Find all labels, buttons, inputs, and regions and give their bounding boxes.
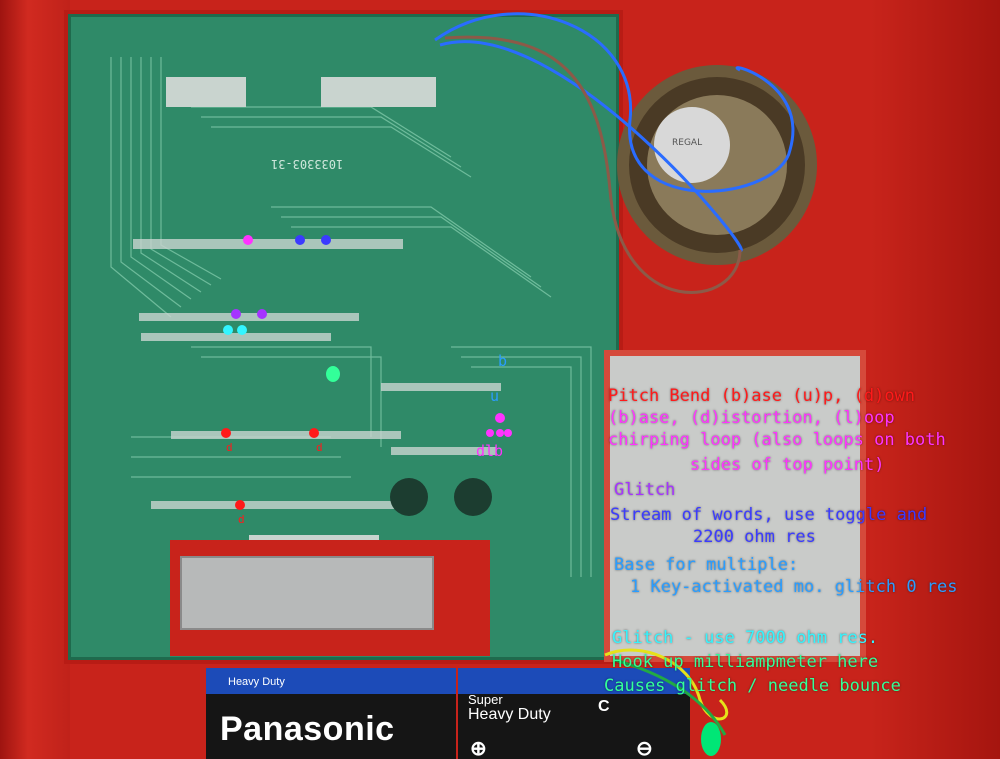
annotation-pitch-bend: Pitch Bend (b)ase (u)p, (d)own (608, 386, 916, 406)
marker-dot (309, 428, 319, 438)
marker-dot (237, 325, 247, 335)
marker-dot (257, 309, 267, 319)
label-d-right: d (316, 441, 323, 454)
marker-dot (486, 429, 494, 437)
marker-dot (504, 429, 512, 437)
device-photo: 1033303-31 REGAL Heavy Duty Panasonic Su… (0, 0, 1000, 759)
annotation-glitch2-1: Glitch - use 7000 ohm res. (612, 628, 879, 648)
marker-dot (235, 500, 245, 510)
label-dlb: dlb (476, 442, 504, 460)
blue-wire-2 (439, 40, 743, 252)
annotation-distortion-1: (b)ase, (d)istortion, (l)oop (608, 408, 895, 428)
annotation-base-multiple-2: 1 Key-activated mo. glitch 0 res (630, 577, 958, 597)
annotation-stream-2: 2200 ohm res (693, 527, 816, 547)
marker-dot (326, 366, 340, 382)
annotation-base-multiple-1: Base for multiple: (614, 555, 799, 575)
marker-dot (321, 235, 331, 245)
brown-wire (444, 35, 742, 294)
annotation-glitch: Glitch (614, 480, 676, 500)
annotation-glitch2-3: Causes glitch / needle bounce (604, 676, 901, 696)
blue-wire (434, 12, 795, 193)
label-d-lower: d (238, 513, 245, 526)
marker-dot (701, 722, 721, 756)
annotation-stream-1: Stream of words, use toggle and (610, 505, 928, 525)
label-b: b (498, 352, 508, 370)
marker-dot (295, 235, 305, 245)
annotation-distortion-2: chirping loop (also loops on both (608, 430, 946, 450)
marker-dot (221, 428, 231, 438)
label-u: u (490, 387, 500, 405)
marker-dot (496, 429, 504, 437)
annotation-glitch2-2: Hook up milliampmeter here (612, 652, 879, 672)
marker-dot (231, 309, 241, 319)
marker-dot (495, 413, 505, 423)
marker-dot (243, 235, 253, 245)
marker-dot (223, 325, 233, 335)
label-d-left: d (226, 441, 233, 454)
annotation-distortion-3: sides of top point) (690, 455, 885, 475)
